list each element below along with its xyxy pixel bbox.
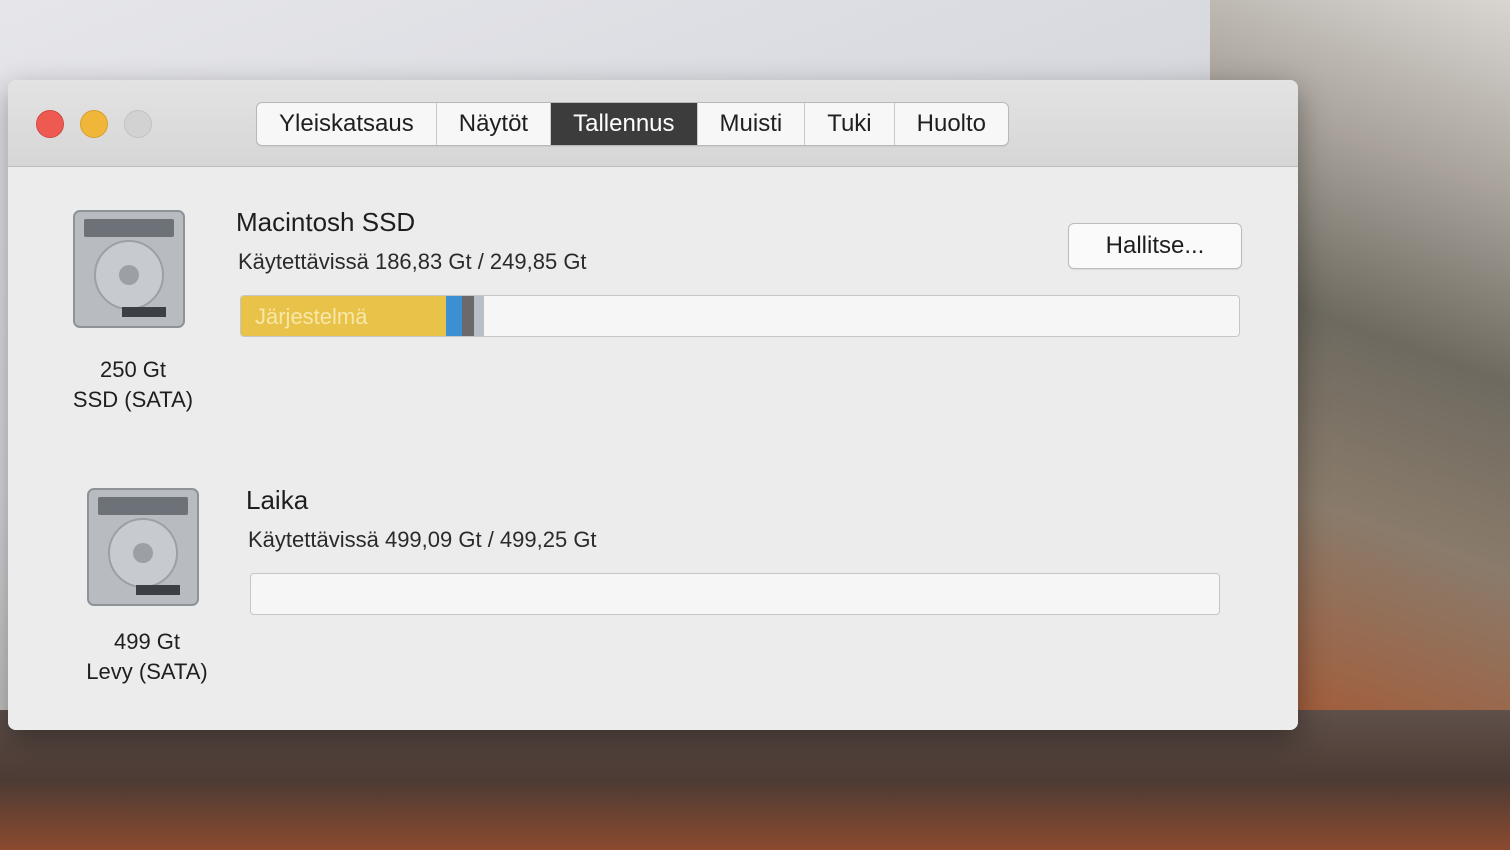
minimize-button[interactable]	[80, 110, 108, 138]
storage-segment: Järjestelmä	[241, 296, 446, 336]
disk-2-type: Levy (SATA)	[86, 659, 208, 684]
tab-huolto[interactable]: Huolto	[895, 103, 1008, 145]
tab-tallennus[interactable]: Tallennus	[551, 103, 698, 145]
tab-bar: Yleiskatsaus Näytöt Tallennus Muisti Tuk…	[256, 102, 1010, 146]
hard-drive-icon	[73, 210, 185, 328]
disk-1-capacity: 250 Gt	[99, 357, 167, 382]
tab-naytot[interactable]: Näytöt	[437, 103, 552, 145]
about-this-mac-window: Yleiskatsaus Näytöt Tallennus Muisti Tuk…	[8, 80, 1298, 730]
storage-segment-label: Järjestelmä	[255, 304, 368, 329]
storage-usage-bar[interactable]: Järjestelmä	[240, 295, 1240, 337]
tab-yleiskatsaus[interactable]: Yleiskatsaus	[257, 103, 437, 145]
storage-usage-bar[interactable]	[250, 573, 1220, 615]
storage-segment	[461, 296, 474, 336]
disk-1-type: SSD (SATA)	[72, 387, 194, 412]
zoom-button[interactable]	[124, 110, 152, 138]
titlebar: Yleiskatsaus Näytöt Tallennus Muisti Tuk…	[8, 80, 1298, 167]
disk-2-capacity: 499 Gt	[113, 629, 181, 654]
wallpaper-bottom	[0, 710, 1510, 850]
manage-button[interactable]: Hallitse...	[1068, 223, 1242, 269]
volume-name: Macintosh SSD	[236, 207, 416, 237]
close-button[interactable]	[36, 110, 64, 138]
hard-drive-icon	[87, 488, 199, 606]
storage-content: 250 Gt SSD (SATA) Macintosh SSD Käytettä…	[8, 167, 1298, 730]
tab-muisti[interactable]: Muisti	[698, 103, 806, 145]
storage-segment	[445, 296, 462, 336]
storage-segment	[473, 296, 484, 336]
volume-availability: Käytettävissä 499,09 Gt / 499,25 Gt	[248, 527, 597, 552]
volume-name: Laika	[246, 485, 309, 515]
volume-availability: Käytettävissä 186,83 Gt / 249,85 Gt	[238, 249, 587, 274]
tab-tuki[interactable]: Tuki	[805, 103, 895, 145]
